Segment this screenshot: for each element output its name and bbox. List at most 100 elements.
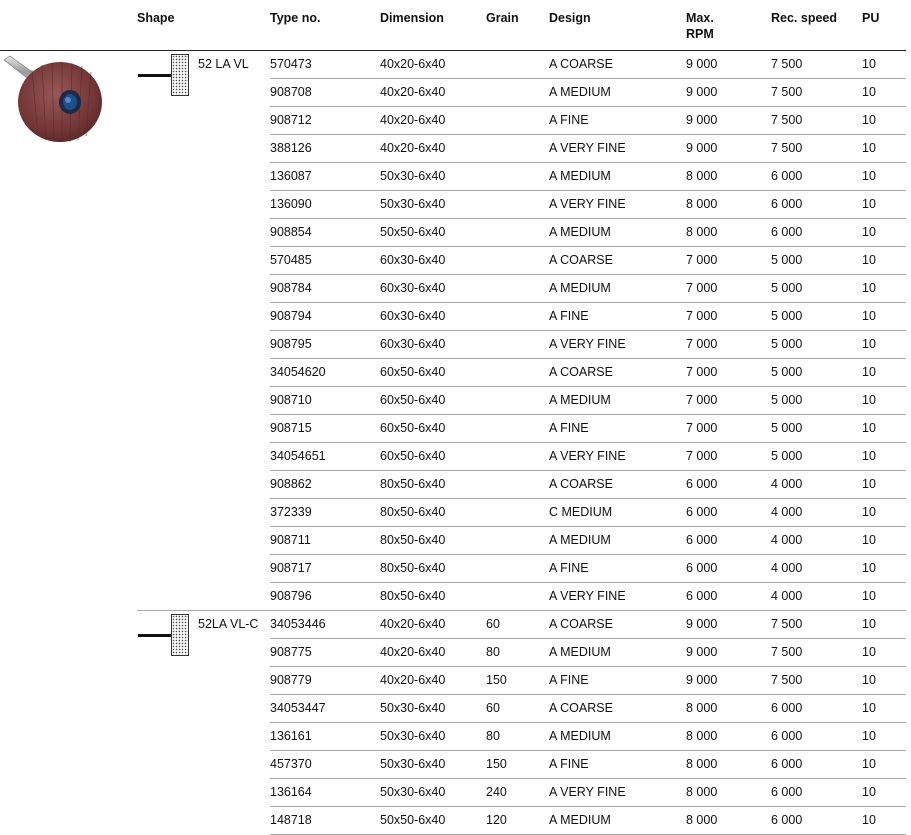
cell-dimension: 60x30-6x40: [380, 309, 446, 323]
cell-dimension: 50x30-6x40: [380, 197, 446, 211]
cell-pu: 10: [862, 449, 876, 463]
cell-max-rpm: 6 000: [686, 561, 718, 575]
cell-max-rpm: 9 000: [686, 141, 718, 155]
cell-design: A MEDIUM: [549, 85, 611, 99]
cell-rec-speed: 4 000: [771, 589, 803, 603]
cell-dimension: 40x20-6x40: [380, 617, 446, 631]
cell-dimension: 80x50-6x40: [380, 561, 446, 575]
cell-rec-speed: 7 500: [771, 113, 803, 127]
shape-shaft: [138, 74, 172, 77]
column-header-line: Rec. speed: [771, 11, 838, 25]
cell-rec-speed: 5 000: [771, 281, 803, 295]
column-header-shape: Shape: [137, 10, 175, 26]
cell-type-no: 148718: [270, 813, 312, 827]
cell-type-no: 908717: [270, 561, 312, 575]
cell-max-rpm: 8 000: [686, 701, 718, 715]
row-rule: [270, 722, 906, 723]
cell-type-no: 34054620: [270, 365, 326, 379]
cell-dimension: 60x50-6x40: [380, 449, 446, 463]
cell-type-no: 136161: [270, 729, 312, 743]
row-rule: [270, 554, 906, 555]
cell-design: A VERY FINE: [549, 337, 626, 351]
cell-pu: 10: [862, 281, 876, 295]
cell-pu: 10: [862, 337, 876, 351]
cell-type-no: 388126: [270, 141, 312, 155]
cell-dimension: 80x50-6x40: [380, 589, 446, 603]
flap-wheel-shape-icon: [138, 614, 196, 658]
cell-type-no: 908784: [270, 281, 312, 295]
cell-design: A COARSE: [549, 477, 613, 491]
cell-max-rpm: 7 000: [686, 337, 718, 351]
cell-type-no: 570485: [270, 253, 312, 267]
cell-grain: 150: [486, 673, 507, 687]
cell-type-no: 908715: [270, 421, 312, 435]
cell-grain: 240: [486, 785, 507, 799]
cell-design: A FINE: [549, 561, 589, 575]
cell-rec-speed: 6 000: [771, 729, 803, 743]
column-header-line: Shape: [137, 11, 175, 25]
cell-max-rpm: 6 000: [686, 589, 718, 603]
row-rule: [270, 78, 906, 79]
cell-pu: 10: [862, 225, 876, 239]
cell-type-no: 908710: [270, 393, 312, 407]
cell-max-rpm: 9 000: [686, 85, 718, 99]
cell-pu: 10: [862, 309, 876, 323]
cell-dimension: 40x20-6x40: [380, 113, 446, 127]
cell-dimension: 50x50-6x40: [380, 225, 446, 239]
cell-pu: 10: [862, 169, 876, 183]
cell-type-no: 457370: [270, 757, 312, 771]
cell-pu: 10: [862, 57, 876, 71]
shape-wheel: [171, 614, 189, 656]
row-rule: [270, 330, 906, 331]
column-header-line: Max.: [686, 11, 714, 25]
cell-max-rpm: 8 000: [686, 785, 718, 799]
cell-dimension: 50x30-6x40: [380, 757, 446, 771]
cell-max-rpm: 8 000: [686, 169, 718, 183]
cell-rec-speed: 4 000: [771, 533, 803, 547]
cell-pu: 10: [862, 533, 876, 547]
row-rule: [270, 386, 906, 387]
row-rule: [270, 750, 906, 751]
cell-rec-speed: 5 000: [771, 449, 803, 463]
cell-rec-speed: 5 000: [771, 393, 803, 407]
cell-rec-speed: 6 000: [771, 169, 803, 183]
cell-pu: 10: [862, 673, 876, 687]
cell-max-rpm: 7 000: [686, 421, 718, 435]
cell-grain: 150: [486, 757, 507, 771]
cell-rec-speed: 4 000: [771, 561, 803, 575]
cell-pu: 10: [862, 421, 876, 435]
column-header-type-no: Type no.: [270, 10, 320, 26]
header-rule: [0, 50, 906, 51]
row-rule: [270, 470, 906, 471]
row-rule: [270, 162, 906, 163]
group-rule: [137, 610, 270, 611]
shape-label: 52 LA VL: [198, 57, 249, 71]
row-rule: [270, 610, 906, 611]
cell-design: A VERY FINE: [549, 197, 626, 211]
column-header-pu: PU: [862, 10, 879, 26]
cell-rec-speed: 6 000: [771, 785, 803, 799]
cell-rec-speed: 6 000: [771, 701, 803, 715]
cell-design: A VERY FINE: [549, 589, 626, 603]
cell-rec-speed: 7 500: [771, 57, 803, 71]
cell-design: C MEDIUM: [549, 505, 613, 519]
cell-rec-speed: 7 500: [771, 645, 803, 659]
cell-dimension: 60x50-6x40: [380, 393, 446, 407]
row-rule: [270, 638, 906, 639]
cell-rec-speed: 4 000: [771, 477, 803, 491]
cell-rec-speed: 5 000: [771, 365, 803, 379]
cell-dimension: 50x30-6x40: [380, 169, 446, 183]
cell-design: A FINE: [549, 673, 589, 687]
cell-design: A MEDIUM: [549, 225, 611, 239]
row-rule: [270, 442, 906, 443]
cell-type-no: 136090: [270, 197, 312, 211]
cell-max-rpm: 8 000: [686, 225, 718, 239]
cell-type-no: 136164: [270, 785, 312, 799]
row-rule: [270, 806, 906, 807]
cell-pu: 10: [862, 393, 876, 407]
row-rule: [270, 778, 906, 779]
cell-type-no: 908862: [270, 477, 312, 491]
cell-design: A COARSE: [549, 365, 613, 379]
cell-design: A MEDIUM: [549, 281, 611, 295]
column-header-line: PU: [862, 11, 880, 25]
